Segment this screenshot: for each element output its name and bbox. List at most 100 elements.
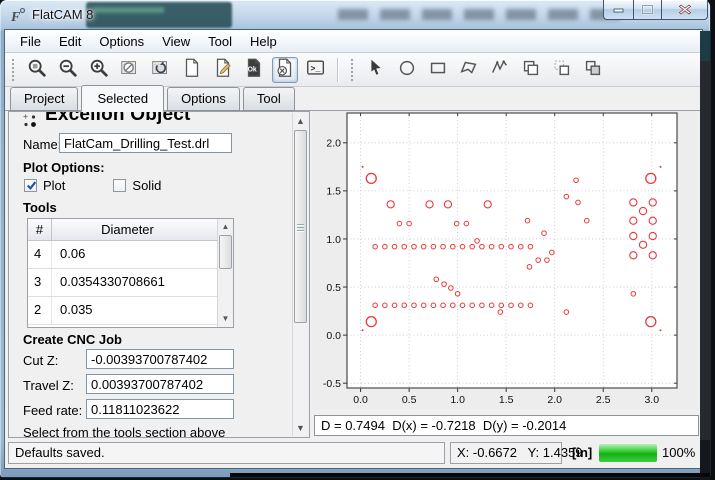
replot-icon bbox=[150, 57, 172, 82]
copy-objects-button[interactable] bbox=[518, 57, 544, 83]
name-label: Name: bbox=[23, 137, 61, 152]
clear-plot-button[interactable] bbox=[117, 57, 143, 83]
col-header-diameter[interactable]: Diameter bbox=[52, 219, 203, 240]
new-file-icon bbox=[181, 57, 203, 82]
create-cnc-label: Create CNC Job bbox=[23, 332, 122, 347]
desktop: F FlatCAM 8 FileEditOptionsViewToolHelp … bbox=[0, 0, 715, 480]
travel-z-input[interactable] bbox=[86, 374, 234, 394]
tool-diameter-cell[interactable]: 0.06 bbox=[52, 241, 85, 268]
title-bar[interactable]: F FlatCAM 8 bbox=[0, 0, 710, 30]
menu-help[interactable]: Help bbox=[241, 31, 286, 52]
panel-heading-text: Excellon Object bbox=[45, 112, 265, 125]
tools-table[interactable]: # Diameter 40.0630.035433070866120.035 ▲… bbox=[27, 218, 234, 328]
tab-tool[interactable]: Tool bbox=[243, 87, 295, 111]
tab-bar: ProjectSelectedOptionsTool bbox=[5, 87, 702, 111]
move-objects-button[interactable] bbox=[549, 57, 575, 83]
zoom-fit-button[interactable] bbox=[24, 57, 50, 83]
checkbox-box[interactable] bbox=[24, 179, 37, 192]
svg-text:1.5: 1.5 bbox=[499, 394, 514, 406]
draw-path-icon bbox=[489, 57, 511, 82]
cut-z-label: Cut Z: bbox=[23, 353, 58, 368]
draw-path-button[interactable] bbox=[487, 57, 513, 83]
menu-options[interactable]: Options bbox=[90, 31, 153, 52]
scroll-down-icon[interactable]: ▼ bbox=[218, 312, 233, 326]
duplicate-objects-button[interactable] bbox=[580, 57, 606, 83]
draw-circle-button[interactable] bbox=[394, 57, 420, 83]
delete-object-button[interactable] bbox=[272, 57, 298, 83]
menu-file[interactable]: File bbox=[11, 31, 50, 52]
excellon-object-icon bbox=[22, 113, 38, 129]
progress-fill bbox=[599, 444, 657, 462]
ok-file-button[interactable]: Ok bbox=[241, 57, 267, 83]
draw-polygon-icon bbox=[458, 57, 480, 82]
flatcam-window: F FlatCAM 8 FileEditOptionsViewToolHelp … bbox=[0, 0, 710, 477]
svg-text:-0.5: -0.5 bbox=[323, 378, 341, 390]
panel-scrollbar[interactable]: ▲ ▼ bbox=[292, 113, 308, 436]
plot-options-label: Plot Options: bbox=[23, 160, 105, 175]
svg-text:2.0: 2.0 bbox=[547, 394, 562, 406]
zoom-out-icon bbox=[57, 57, 79, 82]
col-header-number[interactable]: # bbox=[28, 219, 52, 240]
tool-number-cell[interactable]: 4 bbox=[28, 241, 52, 268]
menu-bar: FileEditOptionsViewToolHelp bbox=[5, 30, 702, 53]
cut-z-input[interactable] bbox=[86, 349, 234, 369]
duplicate-objects-icon bbox=[582, 57, 604, 82]
maximize-button[interactable] bbox=[633, 0, 661, 20]
new-file-button[interactable] bbox=[179, 57, 205, 83]
toolbar-drag-handle[interactable] bbox=[11, 58, 16, 82]
copy-objects-icon bbox=[520, 57, 542, 82]
panel-heading: Excellon Object bbox=[45, 112, 265, 125]
close-button[interactable] bbox=[661, 0, 708, 20]
plot-checkbox[interactable]: Plot bbox=[24, 178, 65, 193]
zoom-in-button[interactable] bbox=[86, 57, 112, 83]
edit-file-button[interactable] bbox=[210, 57, 236, 83]
svg-text:2.0: 2.0 bbox=[326, 138, 341, 150]
table-row[interactable]: 20.035 bbox=[28, 297, 219, 325]
checkbox-label: Solid bbox=[132, 178, 161, 193]
zoom-out-button[interactable] bbox=[55, 57, 81, 83]
tool-diameter-cell[interactable]: 0.035 bbox=[52, 297, 93, 324]
svg-text:F: F bbox=[10, 10, 21, 24]
svg-text:>_: >_ bbox=[310, 65, 320, 74]
scroll-up-icon[interactable]: ▲ bbox=[293, 113, 308, 129]
feed-rate-input[interactable] bbox=[86, 399, 234, 419]
tab-options[interactable]: Options bbox=[167, 87, 240, 111]
tool-number-cell[interactable]: 3 bbox=[28, 269, 52, 296]
tools-table-scrollbar[interactable]: ▲ ▼ bbox=[217, 219, 233, 327]
scroll-thumb[interactable] bbox=[294, 130, 307, 323]
svg-text:0.0: 0.0 bbox=[326, 330, 341, 342]
solid-checkbox[interactable]: Solid bbox=[113, 178, 161, 193]
table-row[interactable]: 30.0354330708661 bbox=[28, 269, 219, 297]
tools-table-header: # Diameter bbox=[28, 219, 233, 241]
menu-view[interactable]: View bbox=[153, 31, 199, 52]
scroll-down-icon[interactable]: ▼ bbox=[293, 420, 308, 436]
plot-canvas[interactable]: 0.00.51.01.52.02.53.0-0.50.00.51.01.52.0 bbox=[312, 111, 702, 410]
plot-options-row: Plot Solid bbox=[24, 178, 209, 193]
draw-rectangle-button[interactable] bbox=[425, 57, 451, 83]
tab-project[interactable]: Project bbox=[10, 87, 78, 111]
progress-bar bbox=[599, 444, 657, 462]
menu-edit[interactable]: Edit bbox=[50, 31, 90, 52]
delete-object-icon bbox=[274, 57, 296, 82]
table-row[interactable]: 40.06 bbox=[28, 241, 219, 269]
minimize-button[interactable] bbox=[603, 0, 633, 20]
name-input[interactable] bbox=[59, 133, 232, 153]
tab-selected[interactable]: Selected bbox=[81, 85, 164, 112]
select-button[interactable] bbox=[363, 57, 389, 83]
svg-text:0.5: 0.5 bbox=[326, 282, 341, 294]
checkbox-box[interactable] bbox=[113, 179, 126, 192]
scroll-thumb[interactable] bbox=[219, 235, 232, 269]
tool-number-cell[interactable]: 2 bbox=[28, 297, 52, 324]
draw-polygon-button[interactable] bbox=[456, 57, 482, 83]
menu-tool[interactable]: Tool bbox=[199, 31, 241, 52]
svg-text:1.0: 1.0 bbox=[450, 394, 465, 406]
scroll-up-icon[interactable]: ▲ bbox=[218, 220, 233, 234]
tool-diameter-cell[interactable]: 0.0354330708661 bbox=[52, 269, 165, 296]
replot-button[interactable] bbox=[148, 57, 174, 83]
resize-grip[interactable] bbox=[696, 462, 698, 464]
progress-percent: 100% bbox=[662, 445, 695, 460]
toolbar-drag-handle[interactable] bbox=[350, 58, 355, 82]
select-icon bbox=[365, 57, 387, 82]
move-objects-icon bbox=[551, 57, 573, 82]
shell-button[interactable]: >_ bbox=[303, 57, 329, 83]
